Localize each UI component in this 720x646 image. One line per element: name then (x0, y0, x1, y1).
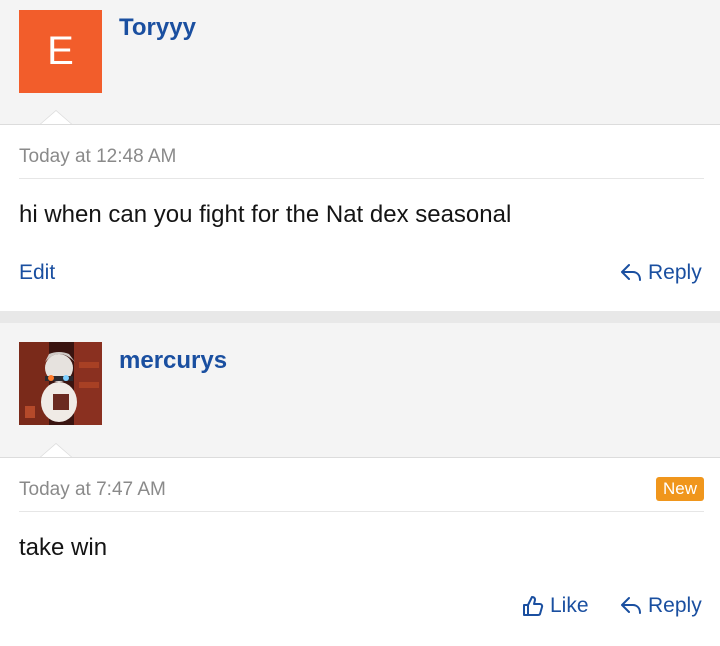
reply-button[interactable]: Reply (620, 594, 702, 618)
like-label: Like (550, 594, 589, 617)
post-header: E Toryyy (0, 0, 720, 124)
reply-label: Reply (648, 261, 702, 284)
edit-button[interactable]: Edit (19, 261, 55, 285)
avatar-letter: E (47, 29, 74, 73)
post-timestamp[interactable]: Today at 7:47 AM (19, 479, 166, 501)
edit-label: Edit (19, 261, 56, 284)
reply-icon (621, 264, 641, 281)
post-header: mercurys (0, 323, 720, 457)
like-button[interactable]: Like (522, 594, 589, 618)
reply-button[interactable]: Reply (620, 261, 702, 285)
callout-arrow (40, 110, 72, 124)
post-body: Today at 12:48 AM hi when can you fight … (0, 124, 720, 311)
reply-icon (621, 597, 641, 614)
callout-arrow (40, 443, 72, 457)
post-body: Today at 7:47 AM New take win Like Reply (0, 457, 720, 646)
username[interactable]: mercurys (119, 347, 227, 375)
username[interactable]: Toryyy (119, 14, 196, 42)
like-icon (523, 596, 544, 616)
avatar-image (19, 342, 102, 425)
divider (19, 178, 704, 179)
post-separator (0, 311, 720, 323)
post-message: take win (19, 534, 108, 561)
reply-label: Reply (648, 594, 702, 617)
post-message: hi when can you fight for the Nat dex se… (19, 201, 512, 228)
avatar[interactable] (19, 342, 102, 425)
post-timestamp[interactable]: Today at 12:48 AM (19, 146, 176, 168)
divider (19, 511, 704, 512)
avatar[interactable]: E (19, 10, 102, 93)
new-badge: New (655, 477, 704, 501)
